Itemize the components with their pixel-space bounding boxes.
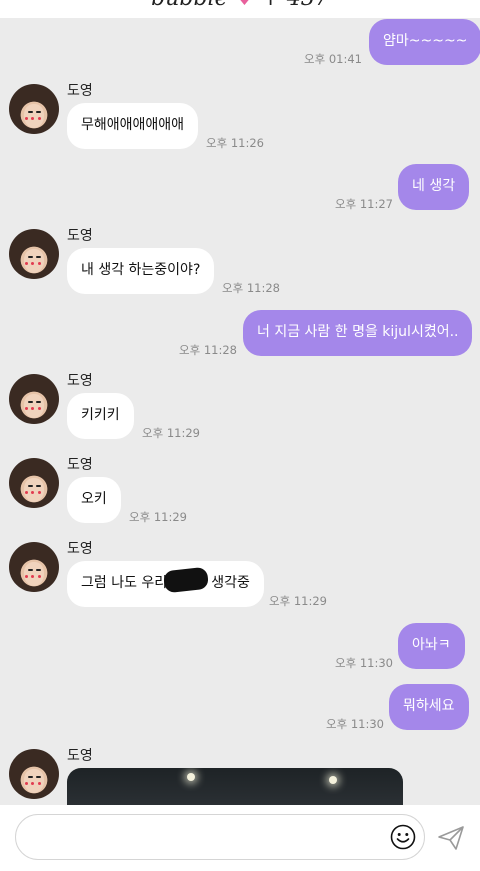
avatar[interactable]: [9, 374, 59, 424]
message-bubble-sent[interactable]: 네 생각: [398, 164, 470, 210]
message-time: 오후 11:29: [142, 426, 200, 440]
sender-name: 도영: [67, 83, 93, 99]
message-bubble-received[interactable]: 무해애애애애애애: [67, 103, 199, 149]
message-bubble-sent[interactable]: 아놔ㅋ: [398, 623, 465, 669]
avatar[interactable]: [9, 749, 59, 799]
app-title: bubble ♥ + 437: [0, 0, 480, 11]
message-input[interactable]: [15, 814, 425, 860]
message-time: 오후 11:27: [335, 197, 393, 211]
avatar[interactable]: [9, 458, 59, 508]
heart-icon: ♥: [235, 0, 255, 11]
avatar[interactable]: [9, 542, 59, 592]
sender-name: 도영: [67, 373, 93, 389]
sender-name: 도영: [67, 748, 93, 764]
avatar[interactable]: [9, 229, 59, 279]
message-time: 오후 11:29: [129, 510, 187, 524]
photo-attachment[interactable]: [67, 768, 403, 805]
message-bubble-received[interactable]: 키키키: [67, 393, 134, 439]
message-bubble-received[interactable]: 내 생각 하는중이야?: [67, 248, 215, 294]
message-composer: [0, 805, 480, 871]
paper-plane-icon[interactable]: [437, 825, 465, 851]
message-time: 오후 01:41: [304, 52, 362, 66]
sender-name: 도영: [67, 541, 93, 557]
count-badge: + 437: [261, 0, 328, 11]
message-bubble-sent[interactable]: 뭐하세요: [389, 684, 469, 730]
message-text: 생각중: [211, 575, 250, 591]
message-text: 그럼 나도 우리: [81, 575, 168, 591]
app-header: bubble ♥ + 437: [0, 0, 480, 18]
chat-area[interactable]: 오후 01:41 얌마~~~~~ 도영 무해애애애애애애 오후 11:26 오후…: [0, 0, 480, 805]
message-time: 오후 11:26: [206, 136, 264, 150]
message-bubble-sent[interactable]: 너 지금 사람 한 명을 kijul시켰어..: [243, 310, 473, 356]
smiley-icon[interactable]: [390, 824, 416, 850]
message-time: 오후 11:30: [326, 717, 384, 731]
message-time: 오후 11:28: [179, 343, 237, 357]
message-bubble-sent[interactable]: 얌마~~~~~: [369, 19, 480, 65]
message-time: 오후 11:30: [335, 656, 393, 670]
message-time: 오후 11:29: [269, 594, 327, 608]
sender-name: 도영: [67, 457, 93, 473]
message-time: 오후 11:28: [222, 281, 280, 295]
sender-name: 도영: [67, 228, 93, 244]
message-bubble-received[interactable]: 오키: [67, 477, 121, 523]
avatar[interactable]: [9, 84, 59, 134]
